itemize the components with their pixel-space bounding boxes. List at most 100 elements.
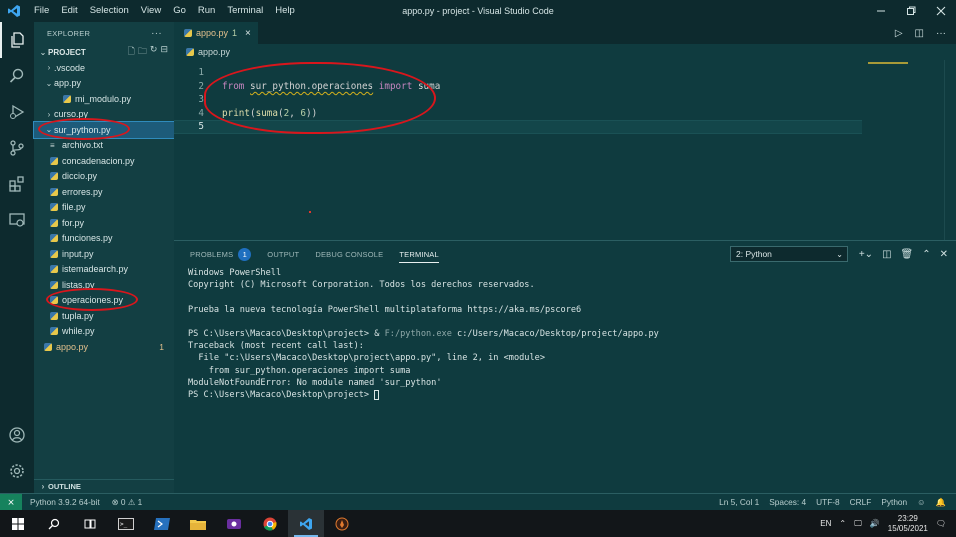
tree-file-appo[interactable]: appo.py 1: [34, 339, 174, 355]
editor-scrollbar[interactable]: [944, 60, 956, 240]
account-icon[interactable]: [0, 417, 34, 453]
tree-folder-app[interactable]: ⌄ app.py: [34, 76, 174, 92]
network-icon[interactable]: 🖵: [854, 519, 862, 529]
close-window-icon[interactable]: [926, 0, 956, 22]
indentation[interactable]: Spaces: 4: [769, 497, 806, 508]
tree-folder-curso[interactable]: › curso.py: [34, 107, 174, 123]
tree-folder-vscode[interactable]: › .vscode: [34, 60, 174, 76]
menu-go[interactable]: Go: [167, 0, 192, 22]
search-icon[interactable]: [36, 510, 72, 537]
feedback-icon[interactable]: ☺: [917, 497, 925, 508]
python-interpreter[interactable]: Python 3.9.2 64-bit: [30, 497, 100, 507]
split-terminal-icon[interactable]: ◫: [882, 249, 891, 260]
new-folder-icon[interactable]: 🗀: [138, 44, 147, 60]
tree-file-operaciones[interactable]: operaciones.py: [34, 293, 174, 309]
menu-edit[interactable]: Edit: [55, 0, 83, 22]
python-file-icon: [50, 311, 58, 320]
minimize-icon[interactable]: [866, 0, 896, 22]
search-icon[interactable]: [0, 58, 34, 94]
trash-icon[interactable]: 🗑: [901, 249, 914, 260]
notification-center-icon[interactable]: 🗨: [936, 519, 946, 528]
volume-icon[interactable]: 🔊: [870, 519, 880, 528]
remote-explorer-icon[interactable]: [0, 202, 34, 238]
files-icon[interactable]: [0, 22, 34, 58]
input-language[interactable]: EN: [820, 519, 831, 528]
tree-file-concadenacion[interactable]: concadenacion.py: [34, 153, 174, 169]
chevron-up-icon[interactable]: ⌃: [839, 519, 846, 528]
run-debug-icon[interactable]: [0, 94, 34, 130]
source-control-icon[interactable]: [0, 130, 34, 166]
tree-file-diccio[interactable]: diccio.py: [34, 169, 174, 185]
vscode-taskbar-icon[interactable]: [288, 510, 324, 537]
module-name: sur_python.operaciones: [250, 80, 374, 92]
tree-file-archivo[interactable]: ≡ archivo.txt: [34, 138, 174, 154]
more-actions-icon[interactable]: ···: [151, 28, 162, 39]
terminal-output[interactable]: Windows PowerShell Copyright (C) Microsof…: [188, 267, 659, 401]
tree-file-errores[interactable]: errores.py: [34, 184, 174, 200]
problems-summary[interactable]: ⊗ 0 ⚠ 1: [112, 497, 143, 507]
menu-view[interactable]: View: [135, 0, 167, 22]
notifications-icon[interactable]: 🔔: [936, 497, 946, 508]
project-folder-header[interactable]: ⌄ PROJECT 🗋 🗀 ↻ ⊟: [34, 44, 174, 60]
terminal-app-icon[interactable]: >_: [108, 510, 144, 537]
tree-file-istemadearch[interactable]: istemadearch.py: [34, 262, 174, 278]
menu-terminal[interactable]: Terminal: [221, 0, 269, 22]
menu-file[interactable]: File: [28, 0, 55, 22]
browser-app-icon[interactable]: [324, 510, 360, 537]
chrome-icon[interactable]: [252, 510, 288, 537]
tab-problems[interactable]: PROBLEMS 1: [190, 241, 252, 267]
tree-file-listas[interactable]: listas.py: [34, 277, 174, 293]
project-name: PROJECT: [48, 47, 86, 57]
powershell-icon[interactable]: [144, 510, 180, 537]
tab-appo[interactable]: appo.py 1 ×: [174, 22, 258, 44]
end-of-line[interactable]: CRLF: [850, 497, 872, 508]
breadcrumb[interactable]: appo.py: [174, 44, 230, 60]
close-panel-icon[interactable]: ✕: [940, 249, 948, 260]
tree-file-input[interactable]: input.py: [34, 246, 174, 262]
python-file-icon: [50, 172, 58, 181]
menu-run[interactable]: Run: [192, 0, 221, 22]
file-explorer-icon[interactable]: [180, 510, 216, 537]
extensions-icon[interactable]: [0, 166, 34, 202]
tree-file-file[interactable]: file.py: [34, 200, 174, 216]
tree-file-tupla[interactable]: tupla.py: [34, 308, 174, 324]
settings-icon[interactable]: [0, 453, 34, 489]
split-editor-icon[interactable]: ◫: [915, 28, 924, 39]
more-actions-icon[interactable]: ···: [936, 28, 946, 39]
tree-file-mi-modulo[interactable]: mi_modulo.py: [34, 91, 174, 107]
media-app-icon[interactable]: [216, 510, 252, 537]
language-mode[interactable]: Python: [881, 497, 907, 508]
windows-start-icon[interactable]: [0, 510, 36, 537]
minimap[interactable]: [866, 60, 942, 70]
encoding[interactable]: UTF-8: [816, 497, 840, 508]
code-line-current: 5: [174, 120, 862, 134]
restore-icon[interactable]: [896, 0, 926, 22]
python-file-icon: [50, 234, 58, 243]
outline-section-header[interactable]: › OUTLINE: [34, 479, 174, 493]
close-tab-icon[interactable]: ×: [245, 28, 251, 39]
terminal-select[interactable]: 2: Python ⌄: [730, 246, 848, 262]
collapse-all-icon[interactable]: ⊟: [160, 44, 168, 60]
menu-help[interactable]: Help: [269, 0, 301, 22]
python-file-icon: [50, 156, 58, 165]
new-terminal-icon[interactable]: +⌄: [859, 249, 873, 260]
tab-output[interactable]: OUTPUT: [267, 241, 299, 267]
menu-selection[interactable]: Selection: [84, 0, 135, 22]
maximize-panel-icon[interactable]: ⌃: [922, 249, 930, 260]
clock-time: 23:29: [897, 513, 918, 523]
system-tray: EN ⌃ 🖵 🔊 23:29 15/05/2021 🗨: [820, 510, 956, 537]
tree-file-funciones[interactable]: funciones.py: [34, 231, 174, 247]
tree-file-for[interactable]: for.py: [34, 215, 174, 231]
remote-indicator-icon[interactable]: ⨯: [0, 493, 22, 511]
refresh-icon[interactable]: ↻: [150, 44, 158, 60]
code-editor[interactable]: 1 2 from sur_python.operaciones import s…: [174, 60, 956, 240]
run-file-icon[interactable]: ▷: [895, 28, 903, 39]
tab-debug-console[interactable]: DEBUG CONSOLE: [315, 241, 383, 267]
clock[interactable]: 23:29 15/05/2021: [888, 514, 928, 534]
tree-file-while[interactable]: while.py: [34, 324, 174, 340]
tree-folder-sur-python[interactable]: ⌄ sur_python.py: [33, 121, 175, 139]
task-view-icon[interactable]: [72, 510, 108, 537]
new-file-icon[interactable]: 🗋: [128, 44, 135, 60]
tab-terminal[interactable]: TERMINAL: [399, 241, 439, 267]
cursor-position[interactable]: Ln 5, Col 1: [719, 497, 759, 508]
